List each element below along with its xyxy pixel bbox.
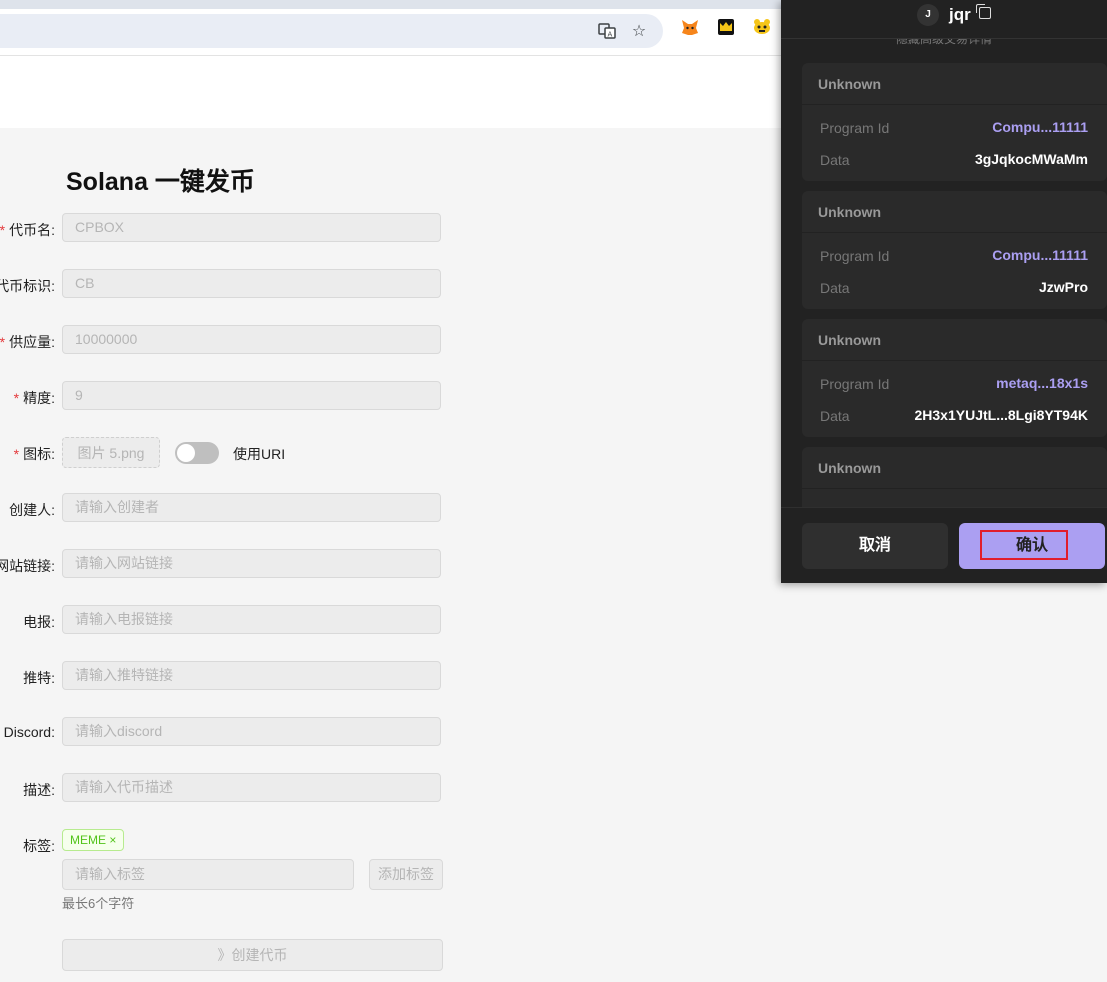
instruction-title: Unknown — [818, 332, 881, 348]
label-twitter: 推特: — [23, 670, 55, 686]
cancel-button[interactable]: 取消 — [802, 523, 948, 569]
label-token-symbol: 代币标识: — [0, 278, 55, 294]
instruction-card: Unknown Program Id Compu...11111 Data 3g… — [802, 63, 1107, 181]
confirm-label: 确认 — [1015, 537, 1048, 554]
instruction-card: Unknown Program Id Compu...11111 Data Jz… — [802, 191, 1107, 309]
data-label: Data — [820, 408, 850, 424]
token-symbol-input[interactable]: CB — [62, 269, 441, 298]
label-discord: Discord: — [3, 724, 55, 740]
account-name: jqr — [949, 5, 971, 24]
translate-icon[interactable]: A — [597, 22, 617, 42]
create-token-button[interactable]: 》创建代币 — [62, 939, 443, 971]
label-token-name: * 代币名: — [0, 222, 55, 238]
crown-extension-icon[interactable] — [715, 17, 737, 39]
data-label: Data — [820, 280, 850, 296]
svg-text:A: A — [608, 31, 613, 39]
metamask-fox-icon[interactable] — [679, 17, 701, 39]
label-tags: 标签: — [23, 838, 55, 854]
account-avatar: J — [917, 4, 939, 26]
tag-chip-meme[interactable]: MEME × — [62, 829, 125, 851]
icon-upload[interactable]: 图片 5.png — [62, 437, 160, 468]
label-description: 描述: — [23, 782, 55, 798]
bookmark-star-icon[interactable]: ☆ — [629, 22, 649, 42]
instruction-title: Unknown — [818, 76, 881, 92]
description-input[interactable]: 请输入代币描述 — [62, 773, 441, 802]
supply-input[interactable]: 10000000 — [62, 325, 441, 354]
program-id-value[interactable]: metaq...18x1s — [996, 375, 1088, 391]
page-title: Solana 一键发币 — [66, 168, 255, 196]
telegram-input[interactable]: 请输入电报链接 — [62, 605, 441, 634]
data-value: JzwPro — [1038, 279, 1088, 295]
creator-input[interactable]: 请输入创建者 — [62, 493, 441, 522]
copy-icon[interactable] — [976, 4, 991, 19]
wallet-footer: 取消 确认 — [781, 507, 1107, 583]
label-creator: 创建人: — [9, 502, 55, 518]
label-decimals: * 精度: — [13, 390, 55, 406]
data-label: Data — [820, 152, 850, 168]
use-uri-toggle[interactable] — [175, 442, 219, 464]
program-id-label: Program Id — [820, 120, 890, 136]
data-value: 2H3x1YUJtL...8Lgi8YT94K — [914, 407, 1088, 423]
toggle-knob — [177, 444, 195, 462]
label-telegram: 电报: — [23, 614, 55, 630]
label-supply: * 供应量: — [0, 334, 55, 350]
token-name-input[interactable]: CPBOX — [62, 213, 441, 242]
instruction-card: Unknown Program Id metaq...18x1s Data 2H… — [802, 319, 1107, 437]
label-website: 网站链接: — [0, 558, 55, 574]
label-icon: * 图标: — [13, 446, 55, 462]
website-input[interactable]: 请输入网站链接 — [62, 549, 441, 578]
instruction-title: Unknown — [818, 460, 881, 476]
tag-input[interactable]: 请输入标签 — [62, 859, 354, 890]
bear-extension-icon[interactable] — [751, 17, 773, 39]
twitter-input[interactable]: 请输入推特链接 — [62, 661, 441, 690]
decimals-input[interactable]: 9 — [62, 381, 441, 410]
tag-hint: 最长6个字符 — [62, 896, 135, 911]
use-uri-label: 使用URI — [233, 446, 286, 462]
wallet-popup: J jqr 隐藏高级交易详情 Unknown Program Id Compu.… — [781, 0, 1107, 583]
address-bar[interactable]: A ☆ — [0, 14, 663, 48]
instruction-title: Unknown — [818, 204, 881, 220]
program-id-label: Program Id — [820, 376, 890, 392]
data-value: 3gJqkocMWaMm — [974, 151, 1088, 167]
program-id-value[interactable]: Compu...11111 — [992, 119, 1088, 135]
program-id-value[interactable]: Compu...11111 — [992, 247, 1088, 263]
confirm-button[interactable]: 确认 — [959, 523, 1105, 569]
wallet-header: J jqr — [781, 0, 1107, 39]
discord-input[interactable]: 请输入discord — [62, 717, 441, 746]
add-tag-button[interactable]: 添加标签 — [369, 859, 443, 890]
program-id-label: Program Id — [820, 248, 890, 264]
